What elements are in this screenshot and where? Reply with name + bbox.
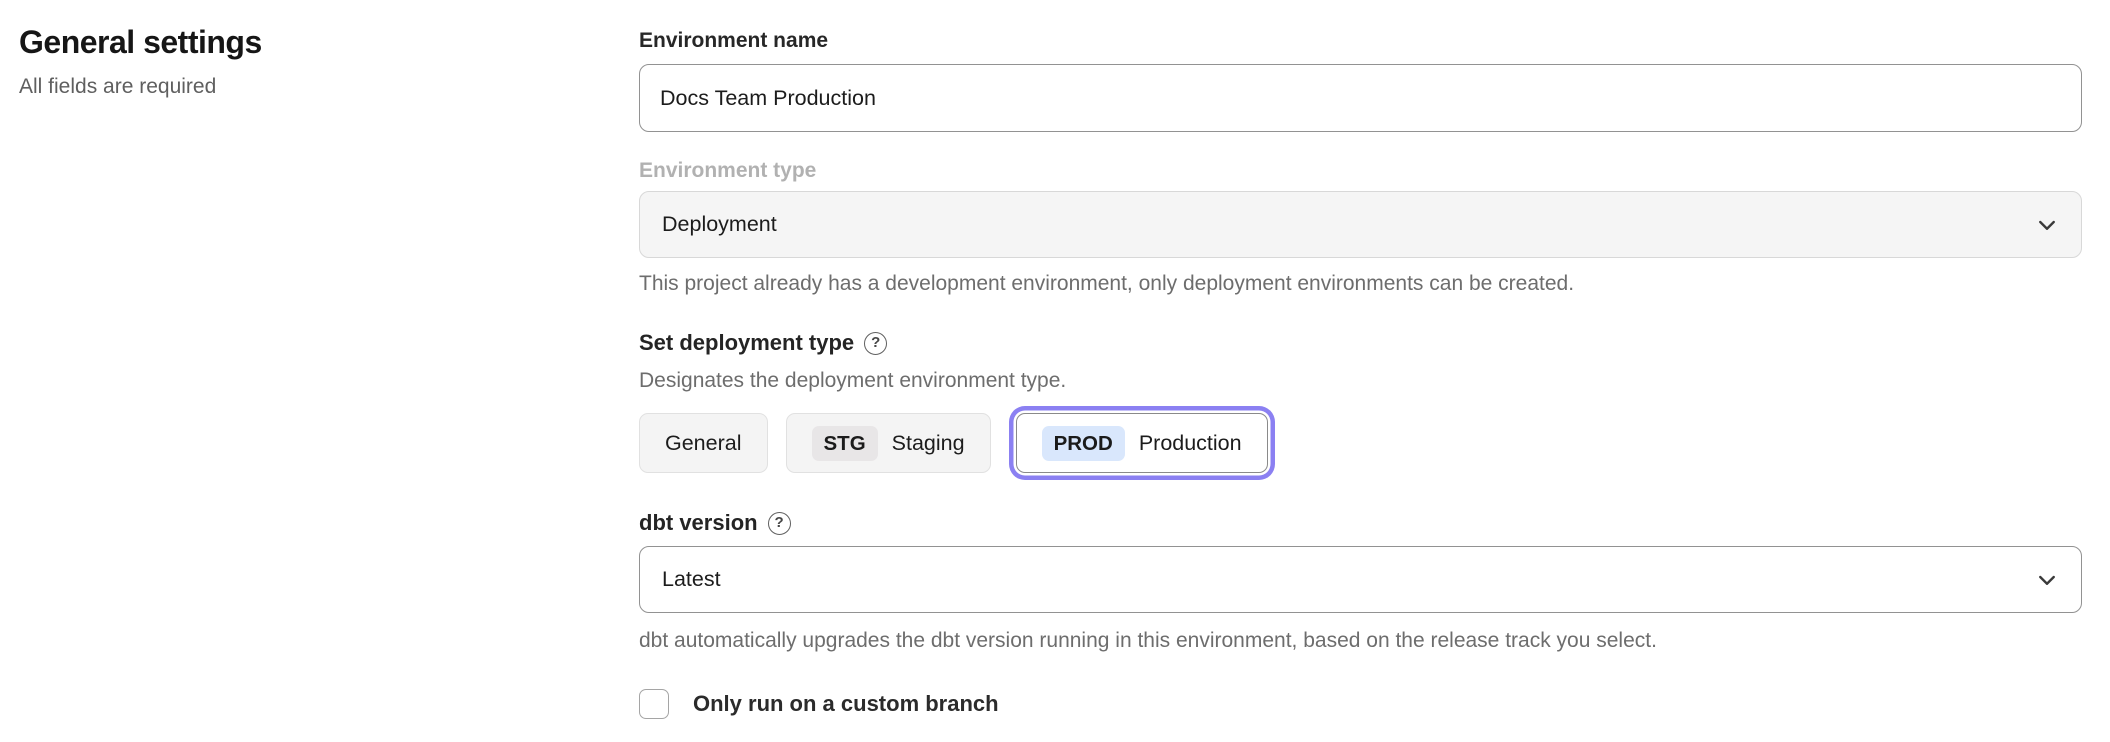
custom-branch-checkbox[interactable]	[639, 689, 669, 719]
dbt-version-value: Latest	[662, 567, 721, 592]
deployment-type-general-label: General	[665, 431, 742, 456]
environment-type-select: Deployment	[639, 191, 2082, 258]
production-badge: PROD	[1042, 426, 1125, 461]
chevron-down-icon	[2035, 213, 2059, 237]
help-icon[interactable]: ?	[864, 332, 887, 355]
environment-name-input[interactable]	[639, 64, 2082, 132]
environment-type-value: Deployment	[662, 212, 777, 237]
page-title: General settings	[19, 22, 579, 62]
custom-branch-row: Only run on a custom branch	[639, 689, 2082, 719]
dbt-version-select[interactable]: Latest	[639, 546, 2082, 613]
chevron-down-icon	[2035, 568, 2059, 592]
page-subtitle: All fields are required	[19, 74, 579, 100]
custom-branch-label: Only run on a custom branch	[693, 691, 999, 717]
deployment-type-options: General STG Staging PROD Production	[639, 410, 2082, 476]
deployment-type-label: Set deployment type ?	[639, 329, 2082, 357]
dbt-version-label: dbt version ?	[639, 509, 2082, 537]
dbt-version-helper: dbt automatically upgrades the dbt versi…	[639, 628, 2082, 654]
environment-type-label: Environment type	[639, 158, 2082, 184]
deployment-type-general-button[interactable]: General	[639, 413, 768, 473]
environment-name-label: Environment name	[639, 28, 2082, 54]
deployment-type-production-button[interactable]: PROD Production	[1016, 413, 1268, 473]
deployment-type-helper: Designates the deployment environment ty…	[639, 368, 2082, 394]
settings-intro: General settings All fields are required	[19, 22, 579, 100]
environment-type-helper: This project already has a development e…	[639, 271, 2082, 297]
deployment-type-staging-label: Staging	[892, 431, 965, 456]
deployment-type-production-label: Production	[1139, 431, 1242, 456]
staging-badge: STG	[812, 426, 878, 461]
help-icon[interactable]: ?	[768, 512, 791, 535]
deployment-type-staging-button[interactable]: STG Staging	[786, 413, 991, 473]
general-settings-form: Environment name Environment type Deploy…	[639, 20, 2082, 719]
